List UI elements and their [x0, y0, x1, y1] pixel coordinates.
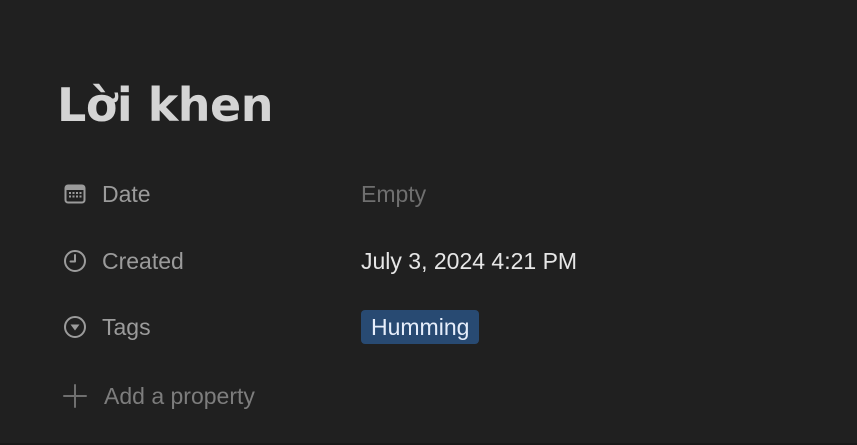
property-label-created: Created: [102, 247, 184, 274]
select-circle-icon: [62, 314, 88, 340]
page-title[interactable]: Lời khen: [57, 74, 273, 136]
property-name-date[interactable]: Date: [56, 177, 361, 211]
property-label-tags: Tags: [102, 313, 151, 340]
property-label-date: Date: [102, 180, 151, 207]
property-row-tags: Tags Humming: [56, 307, 816, 347]
property-name-tags[interactable]: Tags: [56, 310, 361, 344]
notion-page: Lời khen Date Empty Created July 3, 2024…: [0, 0, 857, 445]
property-value-date[interactable]: Empty: [361, 177, 426, 211]
clock-icon: [62, 248, 88, 274]
add-property-label: Add a property: [104, 382, 255, 409]
add-property-button[interactable]: Add a property: [62, 376, 255, 416]
property-row-date: Date Empty: [56, 174, 816, 214]
plus-icon: [62, 383, 88, 409]
property-value-created: July 3, 2024 4:21 PM: [361, 247, 578, 274]
tag-humming[interactable]: Humming: [361, 310, 480, 344]
property-row-created: Created July 3, 2024 4:21 PM: [56, 241, 816, 281]
property-value-tags[interactable]: Humming: [361, 310, 480, 344]
property-name-created[interactable]: Created: [56, 244, 361, 278]
calendar-icon: [62, 181, 88, 207]
